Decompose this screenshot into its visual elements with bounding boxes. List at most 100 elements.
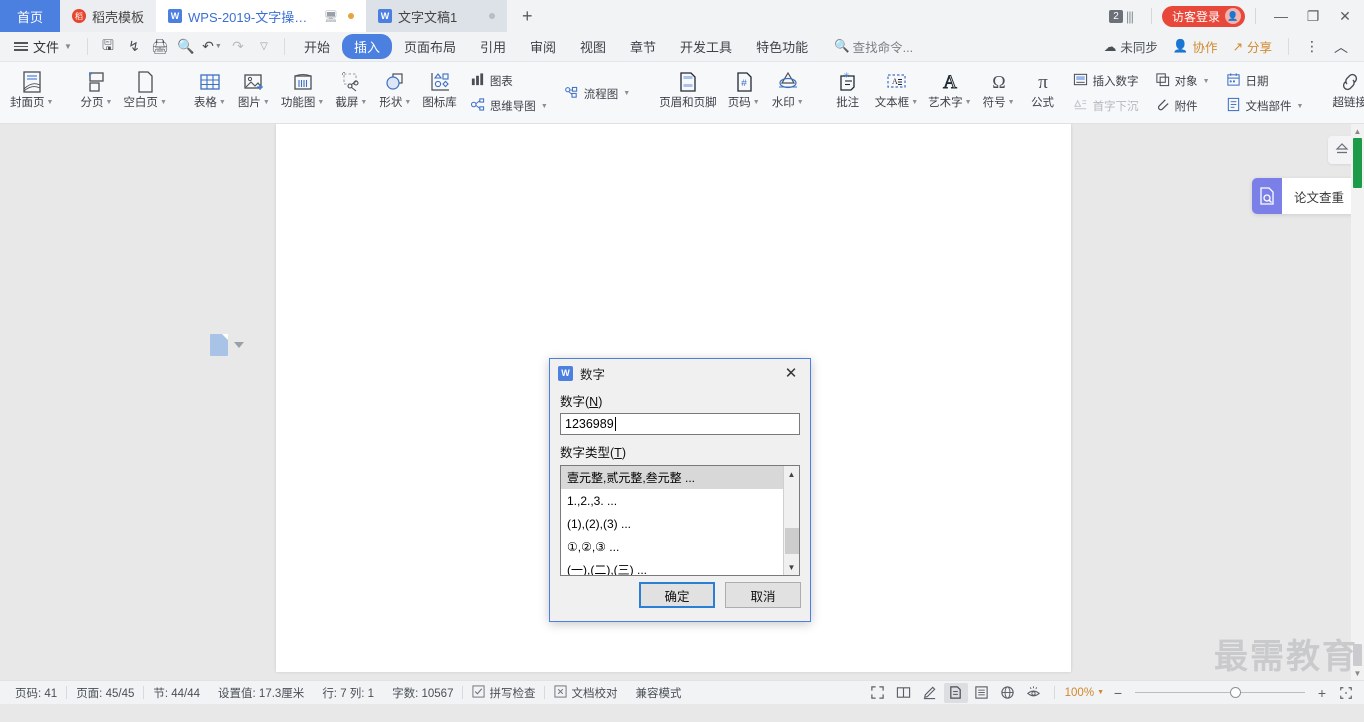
fullscreen-icon[interactable] bbox=[866, 683, 890, 703]
dialog-title-bar[interactable]: W 数字 ✕ bbox=[550, 359, 810, 387]
tab-document-wps-guide[interactable]: W WPS-2019-文字操作指引书 🖥 bbox=[156, 0, 367, 32]
list-item[interactable]: (一),(二),(三) ... bbox=[561, 558, 799, 575]
status-row-col[interactable]: 行: 7 列: 1 bbox=[313, 685, 383, 701]
formula-button[interactable]: π 公式 bbox=[1021, 64, 1065, 123]
present-icon[interactable]: 🖥 bbox=[324, 10, 338, 23]
watermark-button[interactable]: 水印 ▼ bbox=[766, 64, 810, 123]
close-icon[interactable]: ✕ bbox=[778, 361, 804, 385]
customize-toolbar-icon[interactable]: ▽ bbox=[251, 35, 277, 59]
page-break-button[interactable]: 分页 ▼ bbox=[74, 64, 118, 123]
tab-page-layout[interactable]: 页面布局 bbox=[392, 34, 468, 59]
function-chart-button[interactable]: 功能图 ▼ bbox=[276, 64, 329, 123]
header-footer-button[interactable]: 页眉和页脚 bbox=[654, 64, 722, 123]
doc-parts-button[interactable]: 文档部件 ▼ bbox=[1222, 95, 1308, 117]
status-compat-mode[interactable]: 兼容模式 bbox=[626, 685, 690, 701]
comment-button[interactable]: ✳ 批注 bbox=[826, 64, 870, 123]
save-as-icon[interactable]: ↯ bbox=[121, 35, 147, 59]
collapse-ribbon-button[interactable]: ︿ bbox=[1328, 35, 1354, 59]
file-menu-button[interactable]: 文件 ▼ bbox=[6, 37, 80, 56]
number-input[interactable]: 1236989 bbox=[560, 413, 800, 435]
zoom-in-button[interactable]: + bbox=[1312, 685, 1332, 701]
vertical-scrollbar[interactable]: ▲ ▼ bbox=[1351, 124, 1364, 680]
status-word-count[interactable]: 字数: 10567 bbox=[383, 685, 462, 701]
close-button[interactable]: ✕ bbox=[1330, 1, 1360, 31]
tab-home[interactable]: 首页 bbox=[0, 0, 60, 32]
wordart-button[interactable]: A 艺术字 ▼ bbox=[923, 64, 976, 123]
scroll-up-icon[interactable]: ▲ bbox=[1351, 124, 1364, 138]
tab-view[interactable]: 视图 bbox=[568, 34, 618, 59]
status-spellcheck[interactable]: 拼写检查 bbox=[463, 684, 544, 701]
tab-template[interactable]: 稻 稻壳模板 bbox=[60, 0, 157, 32]
zoom-slider[interactable] bbox=[1135, 686, 1305, 700]
object-button[interactable]: 对象 ▼ bbox=[1151, 70, 1214, 92]
list-item[interactable]: ①,②,③ ... bbox=[561, 535, 799, 558]
zoom-out-button[interactable]: − bbox=[1108, 685, 1128, 701]
number-type-listbox[interactable]: 壹元整,贰元整,叁元整 ... 1.,2.,3. ... (1),(2),(3)… bbox=[560, 465, 800, 576]
status-proofread[interactable]: 文档校对 bbox=[545, 684, 626, 701]
tab-section[interactable]: 章节 bbox=[618, 34, 668, 59]
scrollbar-thumb[interactable] bbox=[785, 528, 799, 554]
insert-number-button[interactable]: 插入数字 bbox=[1069, 70, 1143, 92]
pen-icon[interactable] bbox=[918, 683, 942, 703]
collaborate-button[interactable]: 👤 协作 bbox=[1167, 35, 1224, 58]
table-button[interactable]: 表格 ▼ bbox=[188, 64, 232, 123]
page-number-button[interactable]: # 页码 ▼ bbox=[722, 64, 766, 123]
print-icon[interactable]: 🖨 bbox=[147, 35, 173, 59]
tab-document-wenzi1[interactable]: W 文字文稿1 bbox=[366, 0, 508, 32]
web-view-icon[interactable] bbox=[996, 683, 1020, 703]
tab-count-badge[interactable]: 2 bbox=[1109, 9, 1123, 23]
eye-protect-icon[interactable] bbox=[1022, 683, 1046, 703]
tab-review[interactable]: 审阅 bbox=[518, 34, 568, 59]
status-pages[interactable]: 页面: 45/45 bbox=[67, 685, 143, 701]
minimize-button[interactable]: — bbox=[1266, 1, 1296, 31]
cover-page-button[interactable]: 封面页 ▼ bbox=[5, 64, 58, 123]
tab-references[interactable]: 引用 bbox=[468, 34, 518, 59]
mindmap-button[interactable]: 思维导图 ▼ bbox=[466, 95, 552, 117]
scroll-down-icon[interactable]: ▼ bbox=[784, 559, 799, 575]
tab-list-icon[interactable]: ||| bbox=[1126, 9, 1134, 24]
paper-check-button[interactable]: 论文查重 bbox=[1251, 178, 1356, 214]
attachment-button[interactable]: 附件 bbox=[1151, 95, 1214, 117]
tab-developer[interactable]: 开发工具 bbox=[668, 34, 744, 59]
status-setting-value[interactable]: 设置值: 17.3厘米 bbox=[209, 685, 313, 701]
status-page-number[interactable]: 页码: 41 bbox=[6, 685, 66, 701]
cancel-button[interactable]: 取消 bbox=[725, 582, 801, 608]
ok-button[interactable]: 确定 bbox=[639, 582, 715, 608]
list-item[interactable]: 壹元整,贰元整,叁元整 ... bbox=[561, 466, 799, 489]
print-preview-icon[interactable]: 🔍 bbox=[173, 35, 199, 59]
redo-icon[interactable]: ↷ bbox=[225, 35, 251, 59]
hyperlink-button[interactable]: 超链接 bbox=[1327, 64, 1364, 123]
listbox-scrollbar[interactable]: ▲ ▼ bbox=[783, 466, 799, 575]
picture-button[interactable]: 图片 ▼ bbox=[232, 64, 276, 123]
screenshot-button[interactable]: 截屏 ▼ bbox=[329, 64, 373, 123]
symbol-button[interactable]: Ω 符号 ▼ bbox=[977, 64, 1021, 123]
drop-cap-button[interactable]: 首字下沉 bbox=[1069, 95, 1143, 117]
textbox-button[interactable]: A 文本框 ▼ bbox=[870, 64, 923, 123]
share-button[interactable]: ↗ 分享 bbox=[1227, 35, 1279, 58]
icon-library-button[interactable]: 图标库 bbox=[417, 64, 462, 123]
chart-button[interactable]: 图表 bbox=[466, 70, 552, 92]
page-view-icon[interactable] bbox=[943, 682, 968, 703]
scrollbar-thumb-top[interactable] bbox=[1353, 138, 1362, 188]
flowchart-button[interactable]: 流程图 ▼ bbox=[560, 83, 634, 105]
login-button[interactable]: 访客登录 👤 bbox=[1161, 5, 1245, 27]
status-sections[interactable]: 节: 44/44 bbox=[144, 685, 209, 701]
book-view-icon[interactable] bbox=[892, 683, 916, 703]
shapes-button[interactable]: 形状 ▼ bbox=[373, 64, 417, 123]
tab-start[interactable]: 开始 bbox=[292, 34, 342, 59]
save-icon[interactable]: 🖫 bbox=[95, 35, 121, 59]
tab-special-features[interactable]: 特色功能 bbox=[744, 34, 820, 59]
list-item[interactable]: (1),(2),(3) ... bbox=[561, 512, 799, 535]
more-options-button[interactable]: ⋮ bbox=[1299, 35, 1325, 59]
sync-status-button[interactable]: ☁ 未同步 bbox=[1098, 35, 1164, 58]
command-search[interactable]: 🔍 查找命令... bbox=[834, 37, 913, 56]
date-button[interactable]: 日期 bbox=[1222, 70, 1308, 92]
blank-page-button[interactable]: 空白页 ▼ bbox=[118, 64, 171, 123]
outline-view-icon[interactable] bbox=[970, 683, 994, 703]
zoom-slider-knob[interactable] bbox=[1230, 687, 1241, 698]
list-item[interactable]: 1.,2.,3. ... bbox=[561, 489, 799, 512]
scroll-up-icon[interactable]: ▲ bbox=[784, 466, 799, 482]
tab-insert[interactable]: 插入 bbox=[341, 34, 392, 59]
new-tab-button[interactable]: + bbox=[507, 0, 548, 32]
zoom-level-button[interactable]: 100% ▼ bbox=[1063, 687, 1106, 699]
